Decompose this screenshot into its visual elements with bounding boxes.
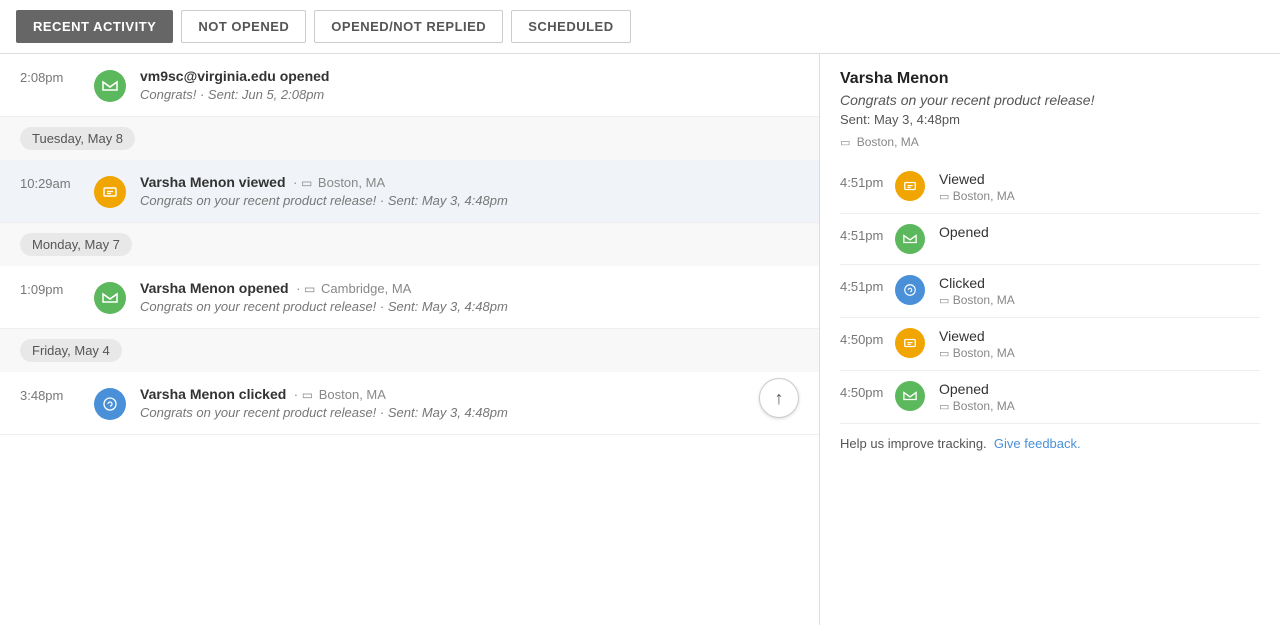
timeline-icon-col xyxy=(895,171,931,201)
contact-name: Varsha Menon xyxy=(840,70,1260,88)
activity-time: 10:29am xyxy=(20,174,90,191)
day-label: Tuesday, May 8 xyxy=(20,127,135,150)
timeline-icon-col xyxy=(895,328,931,358)
day-separator: Tuesday, May 8 xyxy=(0,117,819,160)
timeline-time: 4:51pm xyxy=(840,171,895,190)
timeline-time: 4:51pm xyxy=(840,275,895,294)
timeline-action: Opened xyxy=(939,224,1260,240)
timeline-content: Opened ▭ Boston, MA xyxy=(931,381,1260,413)
activity-subtitle: Congrats on your recent product release!… xyxy=(140,193,799,208)
activity-time: 1:09pm xyxy=(20,280,90,297)
click-icon xyxy=(94,388,126,420)
day-separator: Friday, May 4 xyxy=(0,329,819,372)
activity-icon-col xyxy=(90,174,130,208)
activity-content: Varsha Menon opened · ▭ Cambridge, MA Co… xyxy=(130,280,799,314)
timeline-location: ▭ Boston, MA xyxy=(939,293,1260,307)
activity-item[interactable]: 3:48pm Varsha Menon clicked · ▭ Boston, … xyxy=(0,372,819,435)
timeline-icon-col xyxy=(895,224,931,254)
contact-sent: Sent: May 3, 4:48pm xyxy=(840,112,1260,127)
activity-location: · ▭ Cambridge, MA xyxy=(292,281,411,296)
feedback-link[interactable]: Give feedback. xyxy=(994,436,1081,451)
email-open-icon xyxy=(94,70,126,102)
timeline-icon-col xyxy=(895,275,931,305)
timeline-location: ▭ Boston, MA xyxy=(939,346,1260,360)
left-panel: 2:08pm vm9sc@virginia.edu opened Congrat… xyxy=(0,54,820,625)
activity-subtitle: Congrats! · Sent: Jun 5, 2:08pm xyxy=(140,87,799,102)
tab-scheduled[interactable]: SCHEDULED xyxy=(511,10,630,43)
activity-bold: Varsha Menon clicked xyxy=(140,386,286,402)
activity-title: Varsha Menon clicked · ▭ Boston, MA xyxy=(140,386,799,402)
activity-bold: vm9sc@virginia.edu opened xyxy=(140,68,330,84)
activity-content: vm9sc@virginia.edu opened Congrats! · Se… xyxy=(130,68,799,102)
timeline-icon-col xyxy=(895,381,931,411)
email-open-icon xyxy=(895,224,925,254)
timeline-event: 4:50pm Opened ▭ Boston, MA xyxy=(840,371,1260,424)
activity-icon-col xyxy=(90,68,130,102)
day-label: Monday, May 7 xyxy=(20,233,132,256)
timeline-event: 4:51pm Opened xyxy=(840,214,1260,265)
detail-location: ▭ Boston, MA xyxy=(840,135,1260,149)
timeline-time: 4:50pm xyxy=(840,328,895,347)
activity-subtitle: Congrats on your recent product release!… xyxy=(140,299,799,314)
day-label: Friday, May 4 xyxy=(20,339,122,362)
timeline-location: ▭ Boston, MA xyxy=(939,189,1260,203)
timeline-time: 4:51pm xyxy=(840,224,895,243)
timeline-content: Opened xyxy=(931,224,1260,240)
activity-title: Varsha Menon opened · ▭ Cambridge, MA xyxy=(140,280,799,296)
view-icon xyxy=(94,176,126,208)
feedback-bar: Help us improve tracking. Give feedback. xyxy=(840,424,1260,451)
activity-icon-col xyxy=(90,386,130,420)
activity-item[interactable]: 2:08pm vm9sc@virginia.edu opened Congrat… xyxy=(0,54,819,117)
timeline-action: Viewed xyxy=(939,171,1260,187)
timeline-event: 4:51pm Viewed ▭ Boston, MA xyxy=(840,161,1260,214)
view-icon xyxy=(895,171,925,201)
activity-subtitle: Congrats on your recent product release!… xyxy=(140,405,799,420)
activity-item[interactable]: 10:29am Varsha Menon viewed · ▭ Boston, … xyxy=(0,160,819,223)
activity-time: 2:08pm xyxy=(20,68,90,85)
contact-subject: Congrats on your recent product release! xyxy=(840,92,1260,108)
activity-location: · ▭ Boston, MA xyxy=(289,175,385,190)
activity-bold: Varsha Menon opened xyxy=(140,280,289,296)
click-icon xyxy=(895,275,925,305)
timeline-action: Viewed xyxy=(939,328,1260,344)
activity-title: vm9sc@virginia.edu opened xyxy=(140,68,799,84)
timeline-content: Clicked ▭ Boston, MA xyxy=(931,275,1260,307)
tab-recent-activity[interactable]: RECENT ACTIVITY xyxy=(16,10,173,43)
main-layout: 2:08pm vm9sc@virginia.edu opened Congrat… xyxy=(0,54,1280,625)
activity-icon-col xyxy=(90,280,130,314)
timeline-content: Viewed ▭ Boston, MA xyxy=(931,328,1260,360)
timeline-time: 4:50pm xyxy=(840,381,895,400)
timeline-location: ▭ Boston, MA xyxy=(939,399,1260,413)
header-tabs: RECENT ACTIVITY NOT OPENED OPENED/NOT RE… xyxy=(0,0,1280,54)
timeline-event: 4:51pm Clicked ▭ Boston, MA xyxy=(840,265,1260,318)
activity-content: Varsha Menon viewed · ▭ Boston, MA Congr… xyxy=(130,174,799,208)
activity-time: 3:48pm xyxy=(20,386,90,403)
day-separator: Monday, May 7 xyxy=(0,223,819,266)
timeline-event: 4:50pm Viewed ▭ Boston, MA xyxy=(840,318,1260,371)
right-panel: Varsha Menon Congrats on your recent pro… xyxy=(820,54,1280,625)
activity-item[interactable]: 1:09pm Varsha Menon opened · ▭ Cambridge… xyxy=(0,266,819,329)
activity-bold: Varsha Menon viewed xyxy=(140,174,286,190)
timeline-content: Viewed ▭ Boston, MA xyxy=(931,171,1260,203)
view-icon xyxy=(895,328,925,358)
email-open-icon xyxy=(94,282,126,314)
email-open-icon xyxy=(895,381,925,411)
activity-location: · ▭ Boston, MA xyxy=(290,387,386,402)
timeline-action: Clicked xyxy=(939,275,1260,291)
feedback-text: Help us improve tracking. xyxy=(840,436,987,451)
scroll-up-button[interactable]: ↑ xyxy=(759,378,799,418)
tab-not-opened[interactable]: NOT OPENED xyxy=(181,10,306,43)
activity-title: Varsha Menon viewed · ▭ Boston, MA xyxy=(140,174,799,190)
timeline-action: Opened xyxy=(939,381,1260,397)
activity-content: Varsha Menon clicked · ▭ Boston, MA Cong… xyxy=(130,386,799,420)
tab-opened-not-replied[interactable]: OPENED/NOT REPLIED xyxy=(314,10,503,43)
